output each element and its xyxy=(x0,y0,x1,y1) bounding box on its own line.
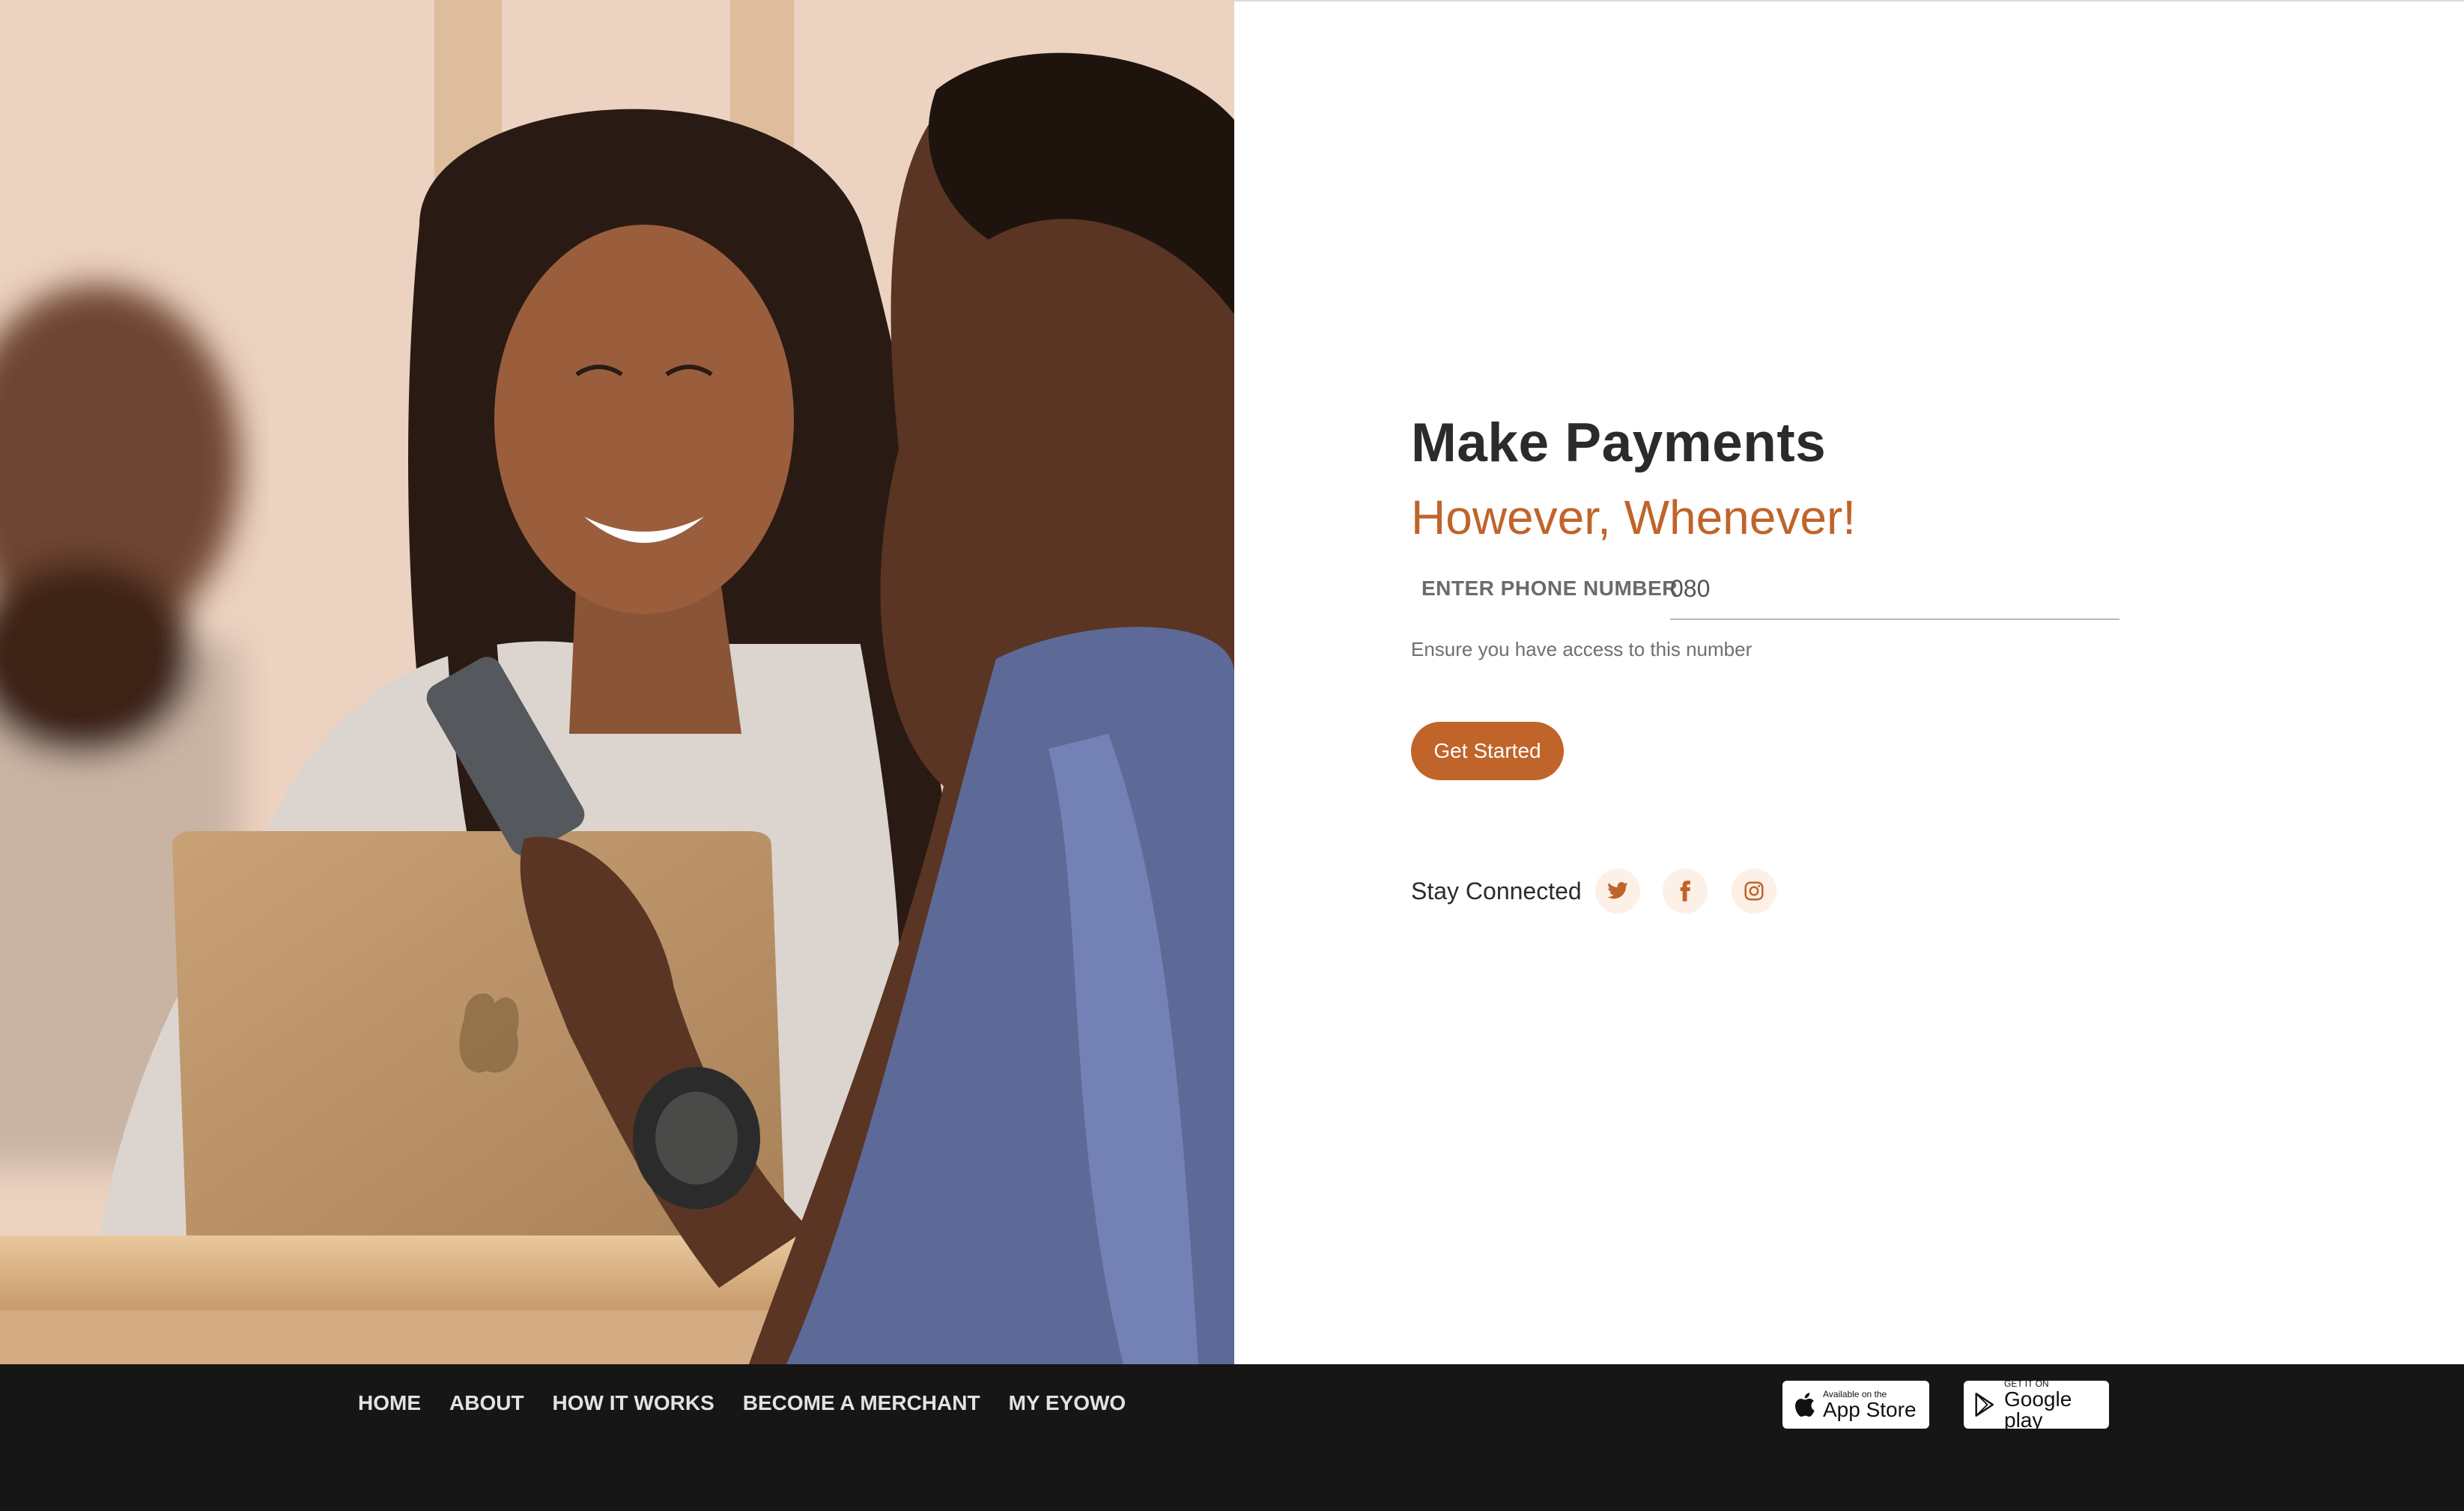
apple-icon xyxy=(1795,1393,1815,1417)
nav-home[interactable]: HOME xyxy=(358,1391,421,1415)
signup-panel: Make Payments However, Whenever! ENTER P… xyxy=(1234,1,2464,1364)
nav-my-eyowo[interactable]: MY EYOWO xyxy=(1009,1391,1126,1415)
footer-nav: HOME ABOUT HOW IT WORKS BECOME A MERCHAN… xyxy=(358,1391,1126,1415)
google-play-badge[interactable]: GET IT ON Google play xyxy=(1964,1378,2109,1432)
instagram-link[interactable] xyxy=(1732,869,1776,913)
phone-helper-text: Ensure you have access to this number xyxy=(1411,638,1753,660)
twitter-link[interactable] xyxy=(1595,869,1640,913)
hero-image xyxy=(0,0,1234,1364)
google-play-big-text: Google play xyxy=(2004,1387,2072,1432)
twitter-icon xyxy=(1607,882,1628,899)
phone-number-input[interactable] xyxy=(1670,566,2119,620)
get-started-button[interactable]: Get Started xyxy=(1411,722,1564,780)
instagram-icon xyxy=(1744,881,1764,901)
facebook-link[interactable] xyxy=(1663,869,1708,913)
app-store-badge[interactable]: Available on the App Store xyxy=(1782,1381,1929,1429)
google-play-icon xyxy=(1975,1393,1994,1417)
headline: Make Payments xyxy=(1411,413,1827,473)
phone-label: ENTER PHONE NUMBER xyxy=(1421,577,1678,600)
nav-become-a-merchant[interactable]: BECOME A MERCHANT xyxy=(743,1391,980,1415)
subheadline: However, Whenever! xyxy=(1411,490,1857,544)
nav-about[interactable]: ABOUT xyxy=(449,1391,524,1415)
hero-illustration xyxy=(0,0,1234,1364)
footer: HOME ABOUT HOW IT WORKS BECOME A MERCHAN… xyxy=(0,1364,2464,1511)
nav-how-it-works[interactable]: HOW IT WORKS xyxy=(553,1391,714,1415)
facebook-icon xyxy=(1680,881,1690,902)
app-store-big-text: App Store xyxy=(1823,1397,1917,1421)
landing-page: Make Payments However, Whenever! ENTER P… xyxy=(0,0,2464,1511)
stay-connected-label: Stay Connected xyxy=(1411,878,1582,905)
